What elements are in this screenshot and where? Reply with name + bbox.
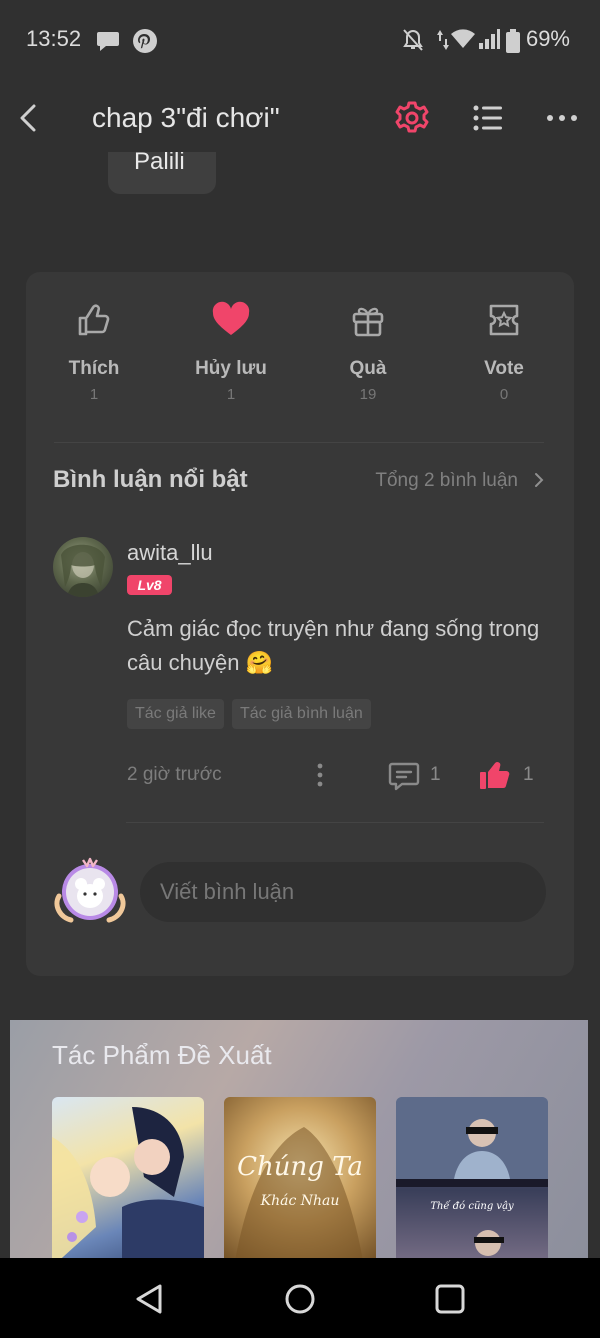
unsave-action[interactable]: Hủy lưu 1 — [171, 300, 291, 403]
unsave-count: 1 — [226, 386, 236, 403]
nav-recents-icon[interactable] — [433, 1282, 467, 1316]
status-time: 13:52 — [26, 26, 82, 51]
recommended-works-section: Tác Phẩm Đề Xuất Chúng Ta Khác Nhau Thế … — [10, 1020, 588, 1260]
battery-level: 69% — [525, 26, 570, 51]
total-comments-link[interactable]: Tổng 2 bình luận — [375, 470, 518, 492]
more-options-icon[interactable] — [542, 98, 582, 138]
featured-comments-title: Bình luận nổi bật — [53, 466, 248, 493]
recommended-book-cover[interactable] — [52, 1097, 204, 1260]
comment-input-placeholder: Viết bình luận — [160, 879, 295, 904]
comment-like-count: 1 — [523, 764, 534, 785]
back-arrow-icon[interactable] — [14, 98, 44, 138]
chat-bubble-text: Palili — [134, 152, 185, 172]
data-arrows-icon — [437, 30, 449, 50]
reply-count: 1 — [430, 764, 441, 785]
pinterest-icon — [133, 29, 157, 53]
vote-label: Vote — [484, 358, 524, 379]
recommended-book-cover[interactable]: Thế đó cũng vậy — [396, 1097, 548, 1260]
svg-text:Chúng Ta: Chúng Ta — [237, 1152, 363, 1182]
interaction-card: Thích 1 Hủy lưu 1 Quà 19 Vote 0 Bình luậ… — [26, 272, 574, 976]
comment-more-icon[interactable] — [310, 762, 330, 788]
level-badge: Lv8 — [127, 575, 172, 595]
comment-like-icon[interactable] — [478, 758, 512, 792]
chapter-title: chap 3"đi chơi" — [92, 102, 280, 133]
nav-back-icon[interactable] — [132, 1282, 166, 1316]
bell-off-icon — [403, 29, 423, 51]
wifi-icon — [451, 29, 475, 48]
unsave-label: Hủy lưu — [195, 358, 267, 379]
heart-icon — [212, 301, 250, 335]
vote-ticket-icon — [489, 304, 519, 336]
book-cover-art: Chúng Ta Khác Nhau — [235, 1127, 363, 1260]
signal-icon — [479, 29, 500, 49]
chat-icon — [97, 32, 119, 51]
divider — [126, 822, 544, 823]
gift-label: Quà — [349, 358, 387, 379]
gift-icon — [352, 307, 384, 337]
comment-text: Cảm giác đọc truyện như đang sống trong … — [127, 616, 540, 675]
commenter-avatar[interactable] — [53, 537, 113, 597]
recommended-book-cover[interactable]: Chúng Ta Khác Nhau — [224, 1097, 376, 1260]
chapter-list-icon[interactable] — [468, 98, 508, 138]
status-bar: 13:52 69% — [0, 0, 600, 80]
comment-input[interactable]: Viết bình luận — [140, 862, 546, 922]
chevron-right-icon[interactable] — [532, 470, 546, 490]
reply-icon[interactable] — [388, 760, 420, 792]
battery-icon — [506, 29, 520, 53]
like-label: Thích — [68, 358, 120, 379]
system-navigation-bar — [0, 1258, 600, 1338]
vote-action[interactable]: Vote 0 — [444, 300, 564, 403]
comment-timestamp: 2 giờ trước — [127, 764, 222, 785]
svg-text:Thế đó cũng vậy: Thế đó cũng vậy — [430, 1201, 514, 1212]
app-bar: chap 3"đi chơi" — [0, 80, 600, 155]
like-count: 1 — [89, 386, 99, 403]
author-liked-tag: Tác giả like — [127, 699, 224, 729]
vote-count: 0 — [499, 386, 509, 403]
settings-icon[interactable] — [392, 98, 432, 138]
user-avatar[interactable] — [53, 854, 127, 928]
book-cover-art — [52, 1107, 204, 1260]
commenter-username[interactable]: awita_llu — [127, 540, 213, 566]
book-cover-art: Thế đó cũng vậy — [396, 1097, 548, 1256]
like-action[interactable]: Thích 1 — [34, 300, 154, 403]
chat-bubble: Palili — [108, 152, 216, 194]
divider — [54, 442, 544, 443]
author-commented-tag: Tác giả bình luận — [232, 699, 371, 729]
svg-text:Khác Nhau: Khác Nhau — [260, 1193, 340, 1209]
thumbs-up-icon — [78, 304, 110, 336]
avatar-image — [61, 544, 105, 597]
gift-count: 19 — [359, 386, 377, 403]
nav-home-icon[interactable] — [283, 1282, 317, 1316]
gift-action[interactable]: Quà 19 — [308, 300, 428, 403]
recommended-works-title: Tác Phẩm Đề Xuất — [52, 1040, 272, 1070]
